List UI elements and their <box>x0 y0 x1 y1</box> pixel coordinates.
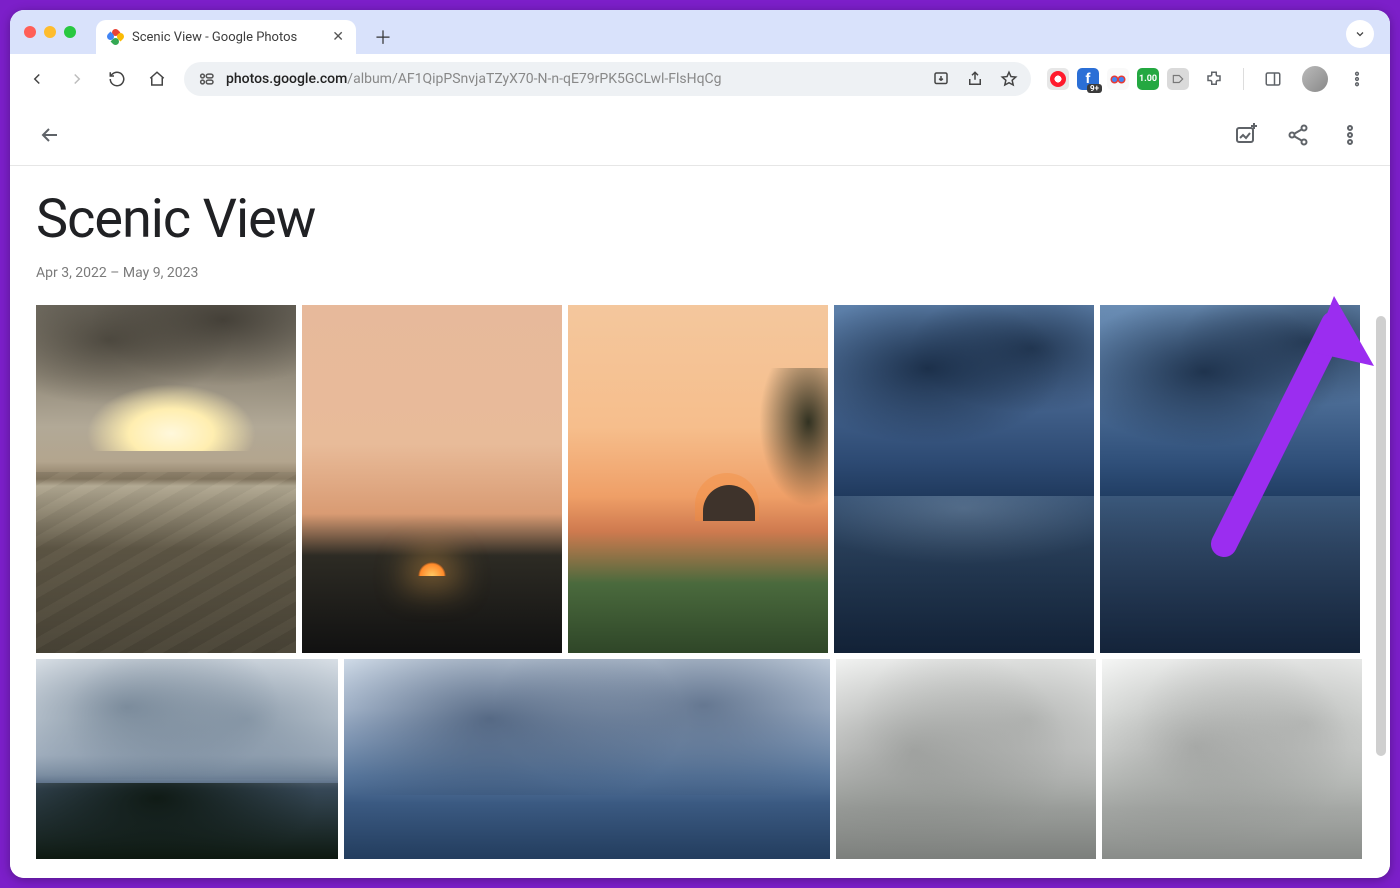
google-photos-favicon-icon <box>108 29 124 45</box>
tab-strip: Scenic View - Google Photos ✕ ＋ <box>10 10 1390 54</box>
close-window-button[interactable] <box>24 26 36 38</box>
close-tab-icon[interactable]: ✕ <box>332 29 344 45</box>
home-button[interactable] <box>140 62 174 96</box>
share-button[interactable] <box>1276 113 1320 157</box>
fullscreen-window-button[interactable] <box>64 26 76 38</box>
system-share-icon[interactable] <box>961 65 989 93</box>
extension-opera-icon[interactable] <box>1047 68 1069 90</box>
extension-glasses-icon[interactable] <box>1107 68 1129 90</box>
reload-button[interactable] <box>100 62 134 96</box>
profile-avatar[interactable] <box>1302 66 1328 92</box>
window-controls <box>24 14 76 54</box>
app-back-button[interactable] <box>28 113 72 157</box>
site-info-icon[interactable] <box>198 70 216 88</box>
photo-thumbnail[interactable] <box>344 659 830 859</box>
photo-grid-row-1 <box>36 305 1366 653</box>
more-options-button[interactable] <box>1328 113 1372 157</box>
extension-facebook-icon[interactable]: f9+ <box>1077 68 1099 90</box>
extension-rate-icon[interactable]: 1.00 <box>1137 68 1159 90</box>
add-photos-button[interactable] <box>1224 113 1268 157</box>
nav-forward-button[interactable] <box>60 62 94 96</box>
tab-title: Scenic View - Google Photos <box>132 30 297 45</box>
app-bar <box>10 104 1390 166</box>
photo-grid-row-2 <box>36 659 1366 859</box>
photo-thumbnail[interactable] <box>1100 305 1360 653</box>
album-title[interactable]: Scenic View <box>36 188 1366 251</box>
minimize-window-button[interactable] <box>44 26 56 38</box>
browser-tab[interactable]: Scenic View - Google Photos ✕ <box>96 20 356 54</box>
install-app-icon[interactable] <box>927 65 955 93</box>
tab-search-button[interactable] <box>1346 20 1374 48</box>
photo-thumbnail[interactable] <box>834 305 1094 653</box>
photo-thumbnail[interactable] <box>836 659 1096 859</box>
browser-window: Scenic View - Google Photos ✕ ＋ photos.g… <box>10 10 1390 878</box>
address-bar[interactable]: photos.google.com/album/AF1QipPSnvjaTZyX… <box>184 62 1031 96</box>
photo-thumbnail[interactable] <box>36 659 338 859</box>
photo-thumbnail[interactable] <box>36 305 296 653</box>
scrollbar-thumb[interactable] <box>1376 316 1386 756</box>
extension-area: f9+ 1.00 <box>1041 62 1380 96</box>
photo-thumbnail[interactable] <box>568 305 828 653</box>
extensions-puzzle-icon[interactable] <box>1197 62 1231 96</box>
new-tab-button[interactable]: ＋ <box>368 22 398 52</box>
page-url: photos.google.com/album/AF1QipPSnvjaTZyX… <box>226 71 722 87</box>
browser-menu-icon[interactable] <box>1340 62 1374 96</box>
album-date-range: Apr 3, 2022 – May 9, 2023 <box>36 265 1366 281</box>
browser-toolbar: photos.google.com/album/AF1QipPSnvjaTZyX… <box>10 54 1390 104</box>
photo-thumbnail[interactable] <box>302 305 562 653</box>
album-content: Scenic View Apr 3, 2022 – May 9, 2023 <box>10 166 1390 878</box>
photo-thumbnail[interactable] <box>1102 659 1362 859</box>
bookmark-star-icon[interactable] <box>995 65 1023 93</box>
nav-back-button[interactable] <box>20 62 54 96</box>
side-panel-icon[interactable] <box>1256 62 1290 96</box>
extension-reader-icon[interactable] <box>1167 68 1189 90</box>
